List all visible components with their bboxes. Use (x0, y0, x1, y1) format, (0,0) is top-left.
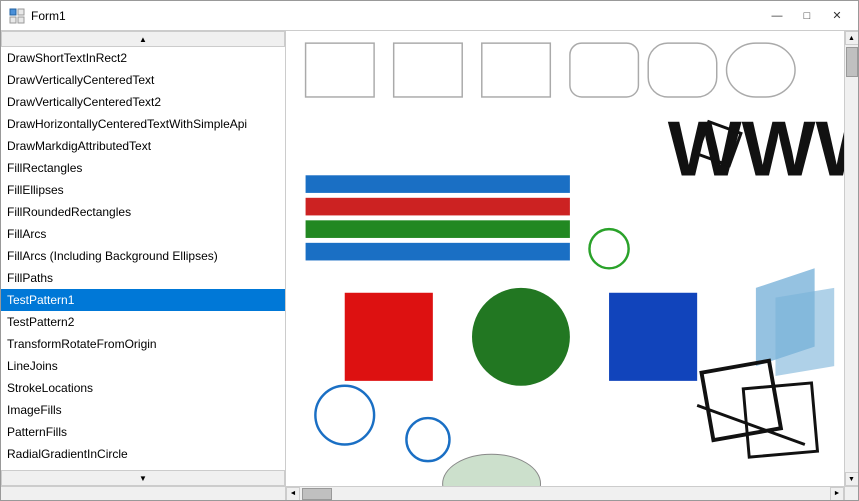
list-scroll-down[interactable]: ▼ (1, 470, 285, 486)
list-item[interactable]: TestPattern1 (1, 289, 285, 311)
list-item[interactable]: StrokeLocations (1, 377, 285, 399)
close-button[interactable]: ✕ (824, 6, 850, 26)
list-item[interactable]: PatternFills (1, 421, 285, 443)
canvas-area: WWW (286, 31, 858, 500)
scroll-thumb-horizontal[interactable] (302, 488, 332, 500)
scroll-thumb-vertical[interactable] (846, 47, 858, 77)
list-item[interactable]: RadialGradientInCircle (1, 443, 285, 465)
scrollbar-corner (844, 486, 858, 500)
window-icon (9, 8, 25, 24)
list-item[interactable]: FillPaths (1, 267, 285, 289)
title-bar: Form1 — □ ✕ (1, 1, 858, 31)
scroll-right-arrow[interactable]: ► (830, 487, 844, 501)
window-title: Form1 (31, 9, 66, 23)
canvas-content: WWW (286, 31, 844, 486)
list-bottom-scroll (1, 486, 285, 500)
list-item[interactable]: ImageFills (1, 399, 285, 421)
list-item[interactable]: TransformRotateFromOrigin (1, 333, 285, 355)
window-controls: — □ ✕ (764, 6, 850, 26)
list-item[interactable]: TestPattern2 (1, 311, 285, 333)
title-bar-left: Form1 (9, 8, 66, 24)
list-item[interactable]: DrawVerticallyCenteredText2 (1, 91, 285, 113)
list-item[interactable]: FillArcs (1, 223, 285, 245)
minimize-button[interactable]: — (764, 6, 790, 26)
svg-text:WWW: WWW (668, 104, 844, 192)
list-scroll-up[interactable]: ▲ (1, 31, 285, 47)
list-item[interactable]: LineJoins (1, 355, 285, 377)
scroll-left-arrow[interactable]: ◄ (286, 487, 300, 501)
main-window: Form1 — □ ✕ ▲ DrawShortTextInRect2DrawVe… (0, 0, 859, 501)
list-item[interactable]: DrawVerticallyCenteredText (1, 69, 285, 91)
list-item[interactable]: FillArcs (Including Background Ellipses) (1, 245, 285, 267)
list-item[interactable]: FillRoundedRectangles (1, 201, 285, 223)
list-item[interactable]: FillRectangles (1, 157, 285, 179)
list-item[interactable]: DrawHorizontallyCenteredTextWithSimpleAp… (1, 113, 285, 135)
canvas-svg: WWW (286, 31, 844, 486)
scroll-down-arrow[interactable]: ▼ (845, 472, 859, 486)
scroll-up-arrow[interactable]: ▲ (845, 31, 859, 45)
list-panel: ▲ DrawShortTextInRect2DrawVerticallyCent… (1, 31, 286, 500)
list-item[interactable]: DrawShortTextInRect2 (1, 47, 285, 69)
canvas-scrollbar-horizontal: ◄ ► (286, 486, 844, 500)
list-scroll[interactable]: DrawShortTextInRect2DrawVerticallyCenter… (1, 47, 285, 470)
maximize-button[interactable]: □ (794, 6, 820, 26)
canvas-scrollbar-vertical: ▲ ▼ (844, 31, 858, 486)
list-item[interactable]: DrawMarkdigAttributedText (1, 135, 285, 157)
content-area: ▲ DrawShortTextInRect2DrawVerticallyCent… (1, 31, 858, 500)
list-item[interactable]: FillEllipses (1, 179, 285, 201)
